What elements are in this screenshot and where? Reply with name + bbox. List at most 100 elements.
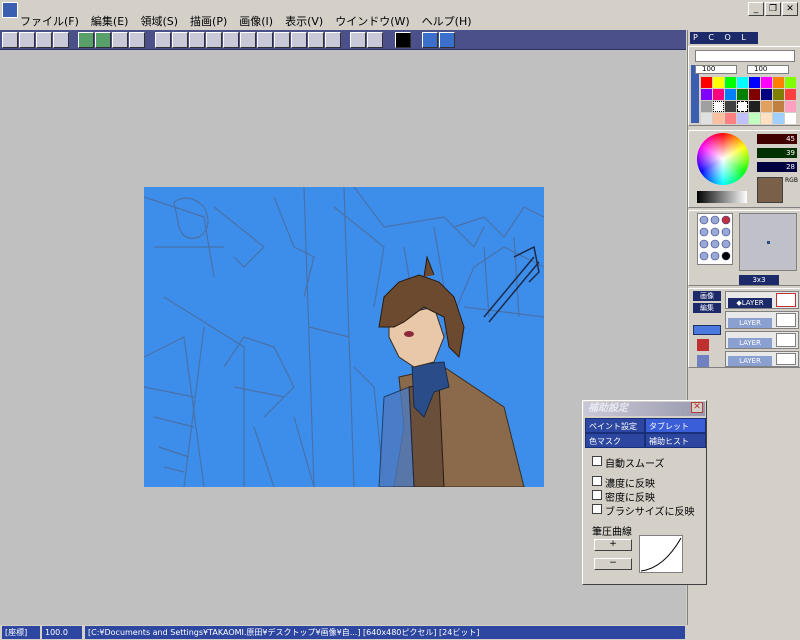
swatch-blue[interactable] [749,77,760,88]
red-value[interactable]: 45 [757,134,797,144]
pressure-minus-button[interactable]: − [594,558,632,570]
auto-smooth-checkbox[interactable] [592,456,602,466]
menu-region[interactable]: 領域(S) [140,14,186,30]
zoom-out-icon[interactable] [439,32,455,48]
swatch-white[interactable] [785,113,796,124]
swatch-lavender[interactable] [737,113,748,124]
swatch-cream[interactable] [761,113,772,124]
layer-row-3[interactable]: LAYER [725,331,799,349]
swatch-skin[interactable] [761,101,772,112]
lasso-icon[interactable] [223,32,239,48]
pressure-curve-graph[interactable] [639,535,683,573]
swatch-cyan[interactable] [737,77,748,88]
help-icon[interactable] [274,32,290,48]
tab-tablet[interactable]: タブレット [645,418,706,433]
current-color-icon[interactable] [395,32,411,48]
brush-size-checkbox[interactable] [592,504,602,514]
menu-help[interactable]: ヘルプ(H) [422,14,480,30]
swatch-olive[interactable] [773,89,784,100]
line-icon[interactable] [189,32,205,48]
concentration-checkbox[interactable] [592,490,602,500]
value-gradient-bar[interactable] [697,191,747,203]
tab-color-mask[interactable]: 色マスク [585,433,645,448]
layer-row-4[interactable]: LAYER [725,351,799,367]
menu-draw[interactable]: 描画(P) [190,14,235,30]
swatch-pink[interactable] [713,89,724,100]
tab-helper-history[interactable]: 補助ヒスト [645,433,706,448]
swatch-silver[interactable] [701,113,712,124]
rectangle-icon[interactable] [172,32,188,48]
brush-size-label[interactable]: 3x3 [739,275,779,285]
grid-icon[interactable] [325,32,341,48]
dialog-close-button[interactable]: ✕ [691,402,703,413]
layer-name-4[interactable]: LAYER [728,356,772,366]
brush-shape-bar[interactable] [695,50,795,62]
rgb-mode-label[interactable]: RGB [785,177,799,185]
brush-density-field[interactable]: 100 [747,65,789,74]
swatch-green[interactable] [725,77,736,88]
polygon-icon[interactable] [240,32,256,48]
save-file-icon[interactable] [36,32,52,48]
swatch-coral[interactable] [785,89,796,100]
eraser-icon[interactable] [155,32,171,48]
swatch-babyblue[interactable] [773,113,784,124]
swatch-magenta[interactable] [761,77,772,88]
layer-name-2[interactable]: LAYER [728,318,772,328]
brush-tip-grid[interactable] [697,213,733,265]
undo-icon[interactable] [78,32,94,48]
green-value[interactable]: 39 [757,148,797,158]
layer-row-2[interactable]: LAYER [725,311,799,329]
swatch-salmon[interactable] [725,113,736,124]
swatch-pattern-2[interactable] [725,101,736,112]
menu-edit[interactable]: 編集(E) [91,14,137,30]
ellipse-icon[interactable] [206,32,222,48]
palette-tabs[interactable]: P C O L [690,32,758,44]
menu-view[interactable]: 表示(V) [285,14,331,30]
swatch-red[interactable] [701,77,712,88]
blue-value[interactable]: 28 [757,162,797,172]
swatch-pattern-4[interactable] [749,101,760,112]
copy-icon[interactable] [112,32,128,48]
pressure-plus-button[interactable]: + [594,539,632,551]
swatch-lime[interactable] [785,77,796,88]
layer-row-active[interactable]: ◆LAYER [725,291,799,309]
swatch-lightpink[interactable] [785,101,796,112]
restore-button[interactable]: ❐ [765,2,781,16]
menu-image[interactable]: 画像(I) [239,14,281,30]
swatch-orange[interactable] [773,77,784,88]
swatch-tan[interactable] [773,101,784,112]
brush-icon[interactable] [350,32,366,48]
density-checkbox[interactable] [592,476,602,486]
new-file-icon[interactable] [2,32,18,48]
swatch-gray[interactable] [701,101,712,112]
print-icon[interactable] [53,32,69,48]
select-icon[interactable] [308,32,324,48]
paste-icon[interactable] [129,32,145,48]
menu-file[interactable]: ファイル(F) [20,14,87,30]
zoom-in-icon[interactable] [422,32,438,48]
text-icon[interactable] [291,32,307,48]
brush-opacity-field[interactable]: 100 [695,65,737,74]
close-button[interactable]: ✕ [782,2,798,16]
swatch-maroon[interactable] [749,89,760,100]
open-file-icon[interactable] [19,32,35,48]
drawing-canvas[interactable] [144,187,544,487]
layer-name-3[interactable]: LAYER [728,338,772,348]
delete-layer-icon[interactable] [697,339,709,351]
pen-icon[interactable] [367,32,383,48]
layer-image-button[interactable]: 画像 [693,291,721,301]
layer-edit-button[interactable]: 編集 [693,303,721,313]
layer-options-icon[interactable] [697,355,709,367]
swatch-mint[interactable] [749,113,760,124]
app-icon[interactable] [2,2,18,18]
swatch-pattern-3[interactable] [737,101,748,112]
swatch-peach[interactable] [713,113,724,124]
minimize-button[interactable]: _ [748,2,764,16]
layer-color-bar[interactable] [693,325,721,335]
swatch-violet[interactable] [701,89,712,100]
color-wheel[interactable] [697,133,749,185]
swatch-navy[interactable] [761,89,772,100]
tab-paint-settings[interactable]: ペイント設定 [585,418,645,433]
redo-icon[interactable] [95,32,111,48]
swatch-yellow[interactable] [713,77,724,88]
